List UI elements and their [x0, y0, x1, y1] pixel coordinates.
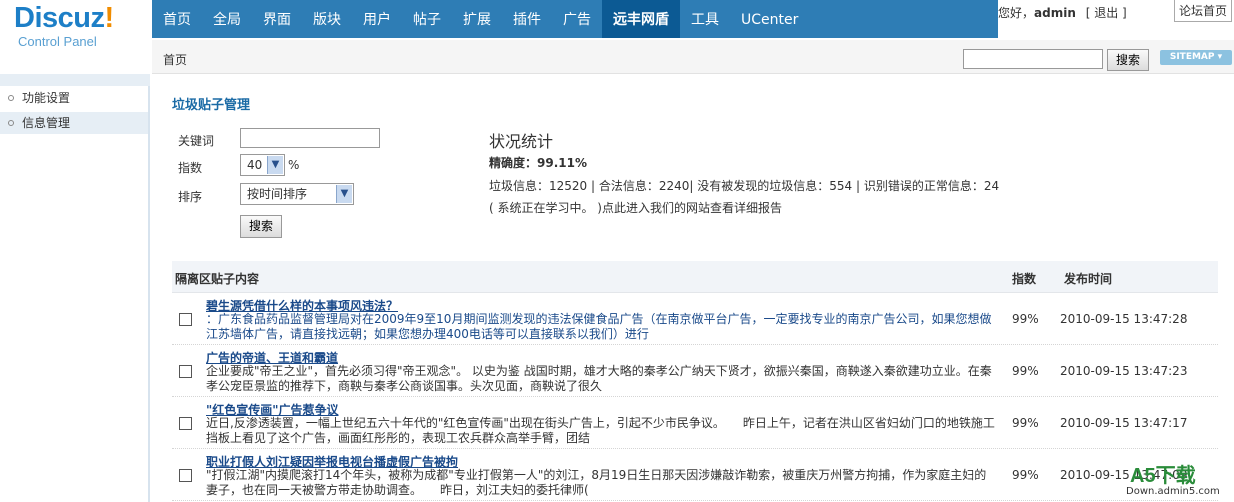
- bullet-icon: [8, 95, 14, 101]
- bullet-icon: [8, 120, 14, 126]
- nav-item[interactable]: 工具: [680, 0, 730, 38]
- nav-item[interactable]: 远丰网盾: [602, 0, 680, 38]
- nav-item[interactable]: 插件: [502, 0, 552, 38]
- percent-sign: %: [288, 158, 300, 172]
- table-row: 碧生源凭借什么样的本事项风违法？ ：广东食品药品监督管理局对在2009年9至10月…: [172, 293, 1218, 345]
- row-index: 99%: [1012, 468, 1039, 482]
- logo-subtitle: Control Panel: [18, 34, 97, 49]
- site-watermark: A5下载 Down.admin5.com: [1126, 465, 1220, 497]
- index-label: 指数: [178, 161, 203, 175]
- row-content: "打假江湖"内摸爬滚打14个年头，被称为成都"专业打假第一人"的刘江，8月19日…: [206, 468, 987, 497]
- nav-item[interactable]: 全局: [202, 0, 252, 38]
- user-greeting: 您好，admin [ 退出 ]: [998, 6, 1127, 20]
- nav-item[interactable]: 帖子: [402, 0, 452, 38]
- row-content: 企业要成"帝王之业"，首先必须习得"帝王观念"。 以史为鉴 战国时期，雄才大略的…: [206, 364, 992, 393]
- user-name: admin: [1034, 6, 1076, 20]
- top-search-input[interactable]: [963, 49, 1103, 69]
- table-row: "红色宣传画"广告惹争议 近日,反渗透装置，一幅上世纪五六十年代的"红色宣传画"出…: [172, 397, 1218, 449]
- table-row: 职业打假人刘江疑因举报电视台播虚假广告被拘 "打假江湖"内摸爬滚打14个年头，被称…: [172, 449, 1218, 501]
- logo-bang: !: [104, 2, 114, 34]
- sidebar-item-settings[interactable]: 功能设置: [0, 87, 148, 109]
- nav-item[interactable]: 广告: [552, 0, 602, 38]
- row-index: 99%: [1012, 416, 1039, 430]
- nav-item[interactable]: 界面: [252, 0, 302, 38]
- row-checkbox[interactable]: [179, 313, 192, 326]
- row-checkbox[interactable]: [179, 365, 192, 378]
- nav-item[interactable]: 用户: [352, 0, 402, 38]
- stats-title: 状况统计: [489, 132, 554, 151]
- keyword-label: 关键词: [178, 134, 215, 148]
- row-checkbox[interactable]: [179, 469, 192, 482]
- chevron-down-icon: ▼: [267, 156, 283, 174]
- row-time: 2010-09-15 13:47:28: [1060, 312, 1188, 326]
- report-link[interactable]: ( 系统正在学习中。 )点此进入我们的网站查看详细报告: [489, 199, 782, 216]
- sort-select[interactable]: 按时间排序 ▼: [240, 183, 354, 205]
- index-select[interactable]: 40 ▼: [240, 154, 285, 176]
- row-checkbox[interactable]: [179, 417, 192, 430]
- page-title: 垃圾贴子管理: [172, 98, 251, 113]
- main-nav: 首页 全局 界面 版块 用户 帖子 扩展 插件 广告 远丰网盾 工具 UCenter 您好，admin…: [152, 0, 1234, 38]
- table-header: 隔离区贴子内容 指数 发布时间: [172, 261, 1218, 293]
- forum-home-button[interactable]: 论坛首页: [1174, 0, 1232, 22]
- top-search-button[interactable]: 搜索: [1107, 49, 1149, 71]
- col-time: 发布时间: [1064, 272, 1113, 286]
- table-row: 广告的帝道、王道和霸道 企业要成"帝王之业"，首先必须习得"帝王观念"。 以史为鉴…: [172, 345, 1218, 397]
- row-content: 近日,反渗透装置，一幅上世纪五六十年代的"红色宣传画"出现在街头广告上，引起不少…: [206, 416, 995, 445]
- main-content: 垃圾贴子管理 关键词 指数 40 ▼ % 排序 按时间排序 ▼ 搜索 状况统计 …: [152, 75, 1234, 502]
- col-index: 指数: [1012, 272, 1037, 286]
- row-time: 2010-09-15 13:47:17: [1060, 416, 1188, 430]
- nav-item[interactable]: 版块: [302, 0, 352, 38]
- sort-label: 排序: [178, 190, 203, 204]
- logout-link[interactable]: [ 退出 ]: [1086, 6, 1127, 20]
- breadcrumb-bar: 首页 搜索 SITEMAP ▾: [152, 40, 1234, 74]
- stats-summary: 垃圾信息：12520 | 合法信息：2240| 没有被发现的垃圾信息：554 |…: [489, 179, 1000, 193]
- nav-item[interactable]: 首页: [152, 0, 202, 38]
- nav-item[interactable]: 扩展: [452, 0, 502, 38]
- search-button[interactable]: 搜索: [240, 215, 282, 238]
- keyword-input[interactable]: [240, 128, 380, 148]
- row-content: ：广东食品药品监督管理局对在2009年9至10月期间监测发现的违法保健食品广告（…: [206, 312, 992, 341]
- discuz-logo[interactable]: Discuz! Control Panel: [14, 2, 149, 52]
- col-content: 隔离区贴子内容: [175, 272, 260, 286]
- header: Discuz! Control Panel 首页 全局 界面 版块 用户 帖子 扩展 插件 广告…: [0, 0, 1234, 49]
- row-index: 99%: [1012, 312, 1039, 326]
- sitemap-button[interactable]: SITEMAP ▾: [1160, 50, 1232, 65]
- chevron-down-icon: ▼: [336, 185, 352, 203]
- nav-item[interactable]: UCenter: [730, 0, 809, 38]
- breadcrumb-home[interactable]: 首页: [163, 51, 187, 68]
- user-area: 您好，admin [ 退出 ] 论坛首页: [998, 0, 1234, 38]
- sidebar: 功能设置 信息管理: [0, 74, 150, 502]
- logo-brand: Discuz: [14, 2, 105, 34]
- row-index: 99%: [1012, 364, 1039, 378]
- sidebar-item-info-manage[interactable]: 信息管理: [0, 112, 148, 134]
- row-time: 2010-09-15 13:47:23: [1060, 364, 1188, 378]
- nav-items: 首页 全局 界面 版块 用户 帖子 扩展 插件 广告 远丰网盾 工具 UCenter: [152, 0, 809, 38]
- stats-accuracy: 精确度：99.11%: [489, 156, 587, 170]
